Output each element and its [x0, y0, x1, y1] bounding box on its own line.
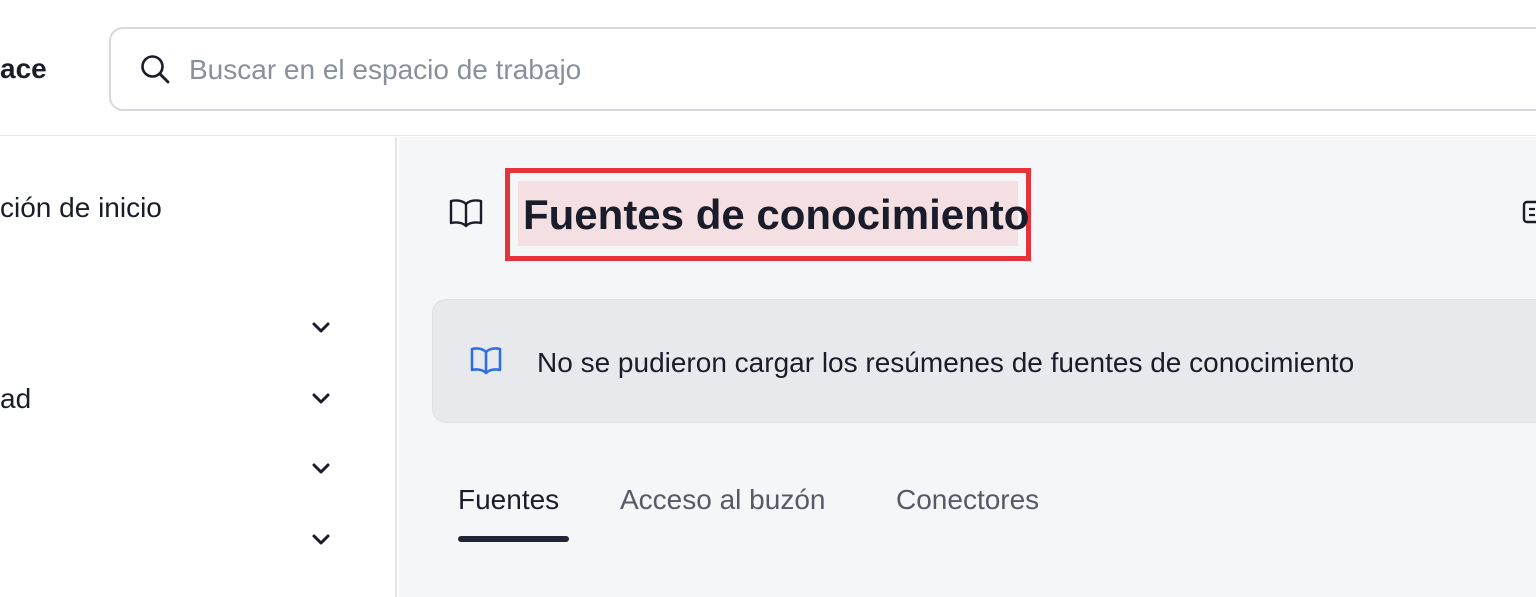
search-input[interactable]: Buscar en el espacio de trabajo [109, 27, 1536, 111]
panel-icon[interactable] [1521, 197, 1536, 227]
chevron-down-icon[interactable] [308, 527, 334, 553]
chevron-down-icon[interactable] [308, 456, 334, 482]
app-window: ace Buscar en el espacio de trabajo ción… [0, 0, 1536, 597]
page-title: Fuentes de conocimiento [523, 191, 1030, 238]
sidebar-item-group-3[interactable] [0, 444, 360, 494]
sidebar-item-group-4[interactable] [0, 515, 360, 565]
search-icon [141, 55, 170, 84]
active-tab-indicator [458, 536, 569, 542]
alert-message: No se pudieron cargar los resúmenes de f… [537, 347, 1355, 378]
sidebar-item-label: ad [0, 383, 32, 414]
sidebar-item-group-1[interactable] [0, 303, 360, 353]
tab-conectores[interactable]: Conectores [896, 483, 1039, 517]
tab-fuentes[interactable]: Fuentes [458, 483, 559, 517]
sidebar-item-group-2[interactable]: ad [0, 374, 360, 424]
book-open-icon [449, 199, 483, 228]
sidebar: ción de inicio ad [0, 137, 397, 597]
tab-bar: Fuentes Acceso al buzón Conectores [458, 483, 1158, 547]
top-bar: ace Buscar en el espacio de trabajo [0, 0, 1536, 136]
sidebar-item-home[interactable]: ción de inicio [0, 183, 360, 233]
search-placeholder: Buscar en el espacio de trabajo [189, 54, 582, 85]
main-content: Fuentes de conocimiento No se pudieron c… [399, 137, 1536, 597]
tab-acceso-al-buzon[interactable]: Acceso al buzón [620, 483, 825, 517]
chevron-down-icon[interactable] [308, 315, 334, 341]
chevron-down-icon[interactable] [308, 386, 334, 412]
sidebar-item-label: ción de inicio [0, 192, 162, 223]
book-open-icon [470, 347, 502, 375]
error-alert: No se pudieron cargar los resúmenes de f… [432, 299, 1536, 423]
workspace-brand[interactable]: ace [0, 50, 47, 88]
